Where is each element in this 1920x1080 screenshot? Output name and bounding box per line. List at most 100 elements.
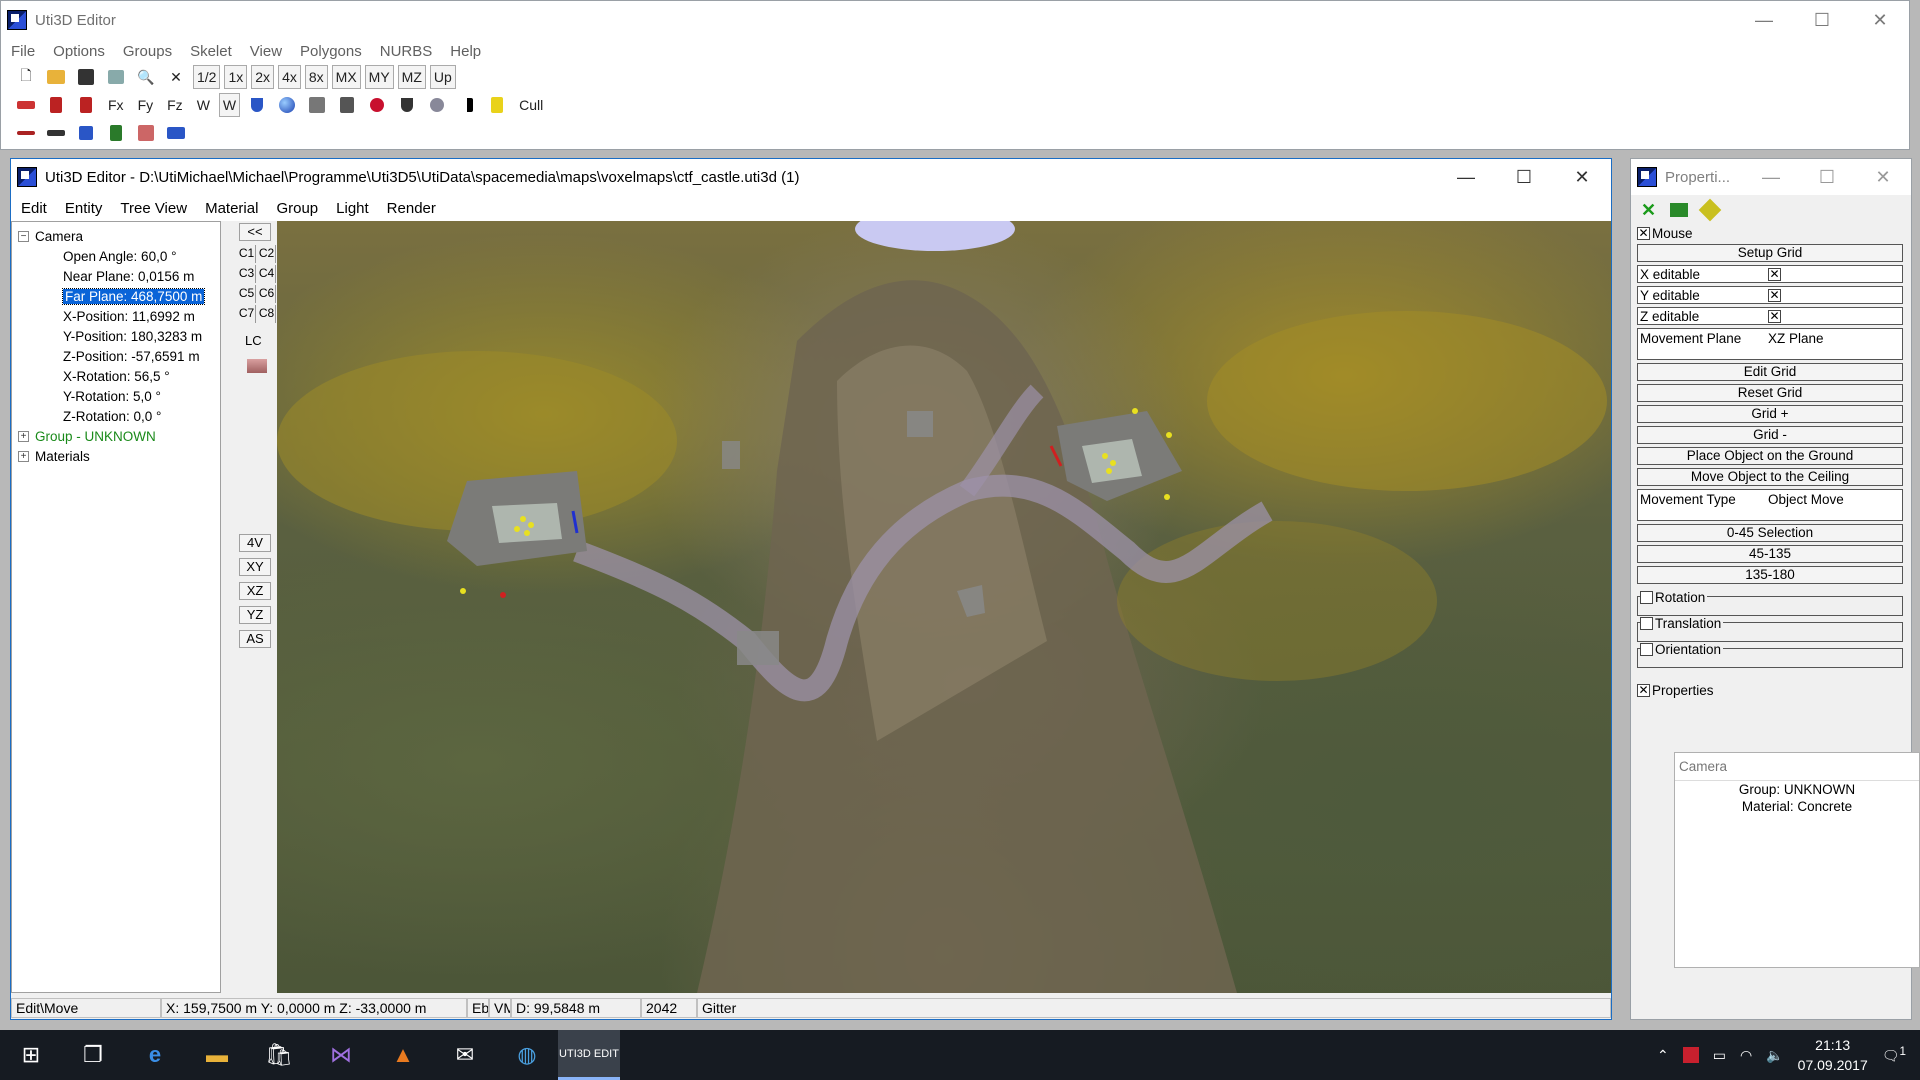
bar-icon[interactable] [43,121,69,145]
paste-icon[interactable] [334,93,360,117]
new-file-icon[interactable]: 🗋 [13,65,39,89]
3d-viewport[interactable] [277,221,1611,993]
w-button[interactable]: W [192,93,215,117]
menu-groups[interactable]: Groups [123,43,172,60]
figure-red-icon[interactable] [43,93,69,117]
globe-app-icon[interactable]: ◍ [496,1030,558,1080]
view-as-button[interactable]: AS [239,630,271,648]
mirror-y-button[interactable]: MY [364,65,394,89]
uti3d-taskbar-icon[interactable]: UTI3D EDIT [558,1030,620,1080]
mirror-z-button[interactable]: MZ [397,65,426,89]
lc-button[interactable]: LC [245,333,262,348]
menu-render[interactable]: Render [387,200,436,217]
grid-plus-button[interactable]: Grid + [1637,405,1903,423]
tree-item-y-rotation[interactable]: Y-Rotation: 5,0 ° [18,386,214,406]
move-to-ceiling-button[interactable]: Move Object to the Ceiling [1637,468,1903,486]
up-button[interactable]: Up [429,65,456,89]
zoom-8x-button[interactable]: 8x [304,65,328,89]
camera-slot-c4[interactable]: C4 [258,265,276,283]
tree-item-near-plane[interactable]: Near Plane: 0,0156 m [18,266,214,286]
place-on-ground-button[interactable]: Place Object on the Ground [1637,447,1903,465]
menu-options[interactable]: Options [53,43,105,60]
editor-maximize-button[interactable]: ☐ [1495,159,1553,195]
editor-minimize-button[interactable]: — [1437,159,1495,195]
zoom-icon[interactable]: 🔍 [133,65,159,89]
shield-blue-icon[interactable] [244,93,270,117]
tree-item-camera[interactable]: − Camera [18,226,214,246]
properties-icon[interactable] [103,65,129,89]
figure-red-2-icon[interactable] [73,93,99,117]
zoom-4x-button[interactable]: 4x [278,65,301,89]
figure-pair-icon[interactable] [133,121,159,145]
texture-preview-icon[interactable] [247,359,267,373]
menu-skelet[interactable]: Skelet [190,43,232,60]
z-editable-checkbox[interactable]: ✕ [1768,309,1781,323]
reset-grid-button[interactable]: Reset Grid [1637,384,1903,402]
props-close-button[interactable]: ✕ [1855,159,1911,195]
volume-icon[interactable]: 🔈 [1766,1047,1783,1064]
editor-close-button[interactable]: ✕ [1553,159,1611,195]
menu-light[interactable]: Light [336,200,369,217]
selection-0-45-button[interactable]: 0-45 Selection [1637,524,1903,542]
edge-browser-icon[interactable]: e [124,1030,186,1080]
camera-slot-c1[interactable]: C1 [238,245,256,263]
mouse-group-header[interactable]: ✕ Mouse [1637,225,1911,241]
wireframe-button[interactable]: W [218,93,241,117]
collapse-panel-button[interactable]: << [239,223,271,241]
flip-x-button[interactable]: Fx [103,93,129,117]
mirror-x-button[interactable]: MX [331,65,361,89]
props-minimize-button[interactable]: — [1743,159,1799,195]
properties-group-header[interactable]: ✕ Properties [1637,682,1911,698]
zoom-half-button[interactable]: 1/2 [193,65,221,89]
battery-icon[interactable]: ▭ [1713,1047,1726,1064]
flip-z-button[interactable]: Fz [162,93,188,117]
setup-grid-button[interactable]: Setup Grid [1637,244,1903,262]
close-green-icon[interactable]: ✕ [1641,200,1656,221]
brush-icon[interactable] [13,93,39,117]
camera-slot-c5[interactable]: C5 [238,285,256,303]
texture-icon[interactable] [304,93,330,117]
blue-shield-2-icon[interactable] [73,121,99,145]
clock[interactable]: 21:13 07.09.2017 [1798,1035,1868,1075]
tree-item-materials[interactable]: + Materials [18,446,214,466]
tree-item-x-rotation[interactable]: X-Rotation: 56,5 ° [18,366,214,386]
movement-type-row[interactable]: Movement Type Object Move [1637,489,1903,521]
view-yz-button[interactable]: YZ [239,606,271,624]
tree-icon[interactable] [103,121,129,145]
edit-grid-button[interactable]: Edit Grid [1637,363,1903,381]
tree-item-y-position[interactable]: Y-Position: 180,3283 m [18,326,214,346]
yellow-tag-icon[interactable] [1698,198,1722,222]
camera-slot-c6[interactable]: C6 [258,285,276,303]
matlab-icon[interactable]: ▲ [372,1030,434,1080]
half-black-icon[interactable] [454,93,480,117]
camera-blue-icon[interactable] [163,121,189,145]
collapse-icon[interactable]: − [18,230,29,242]
x-editable-checkbox[interactable]: ✕ [1768,267,1781,281]
rotation-checkbox[interactable] [1640,591,1653,604]
store-icon[interactable]: 🛍 [248,1030,310,1080]
mail-icon[interactable]: ✉ [434,1030,496,1080]
flip-y-button[interactable]: Fy [133,93,159,117]
save-icon[interactable] [73,65,99,89]
y-editable-checkbox[interactable]: ✕ [1768,288,1781,302]
zoom-2x-button[interactable]: 2x [251,65,275,89]
menu-edit[interactable]: Edit [21,200,47,217]
camera-slot-c3[interactable]: C3 [238,265,256,283]
selection-45-135-button[interactable]: 45-135 [1637,545,1903,563]
maximize-button[interactable]: ☐ [1793,1,1851,39]
menu-polygons[interactable]: Polygons [300,43,362,60]
green-block-icon[interactable] [1670,203,1689,217]
visual-studio-icon[interactable]: ⋈ [310,1030,372,1080]
tree-item-x-position[interactable]: X-Position: 11,6992 m [18,306,214,326]
open-folder-icon[interactable] [43,65,69,89]
movement-plane-value[interactable]: XZ Plane [1768,331,1824,346]
grid-minus-button[interactable]: Grid - [1637,426,1903,444]
tree-item-z-rotation[interactable]: Z-Rotation: 0,0 ° [18,406,214,426]
wifi-icon[interactable]: ◠ [1740,1047,1752,1064]
view-4v-button[interactable]: 4V [239,534,271,552]
menu-group[interactable]: Group [276,200,318,217]
view-xy-button[interactable]: XY [239,558,271,576]
menu-entity[interactable]: Entity [65,200,103,217]
task-view-icon[interactable]: ❐ [62,1030,124,1080]
menu-file[interactable]: File [11,43,35,60]
